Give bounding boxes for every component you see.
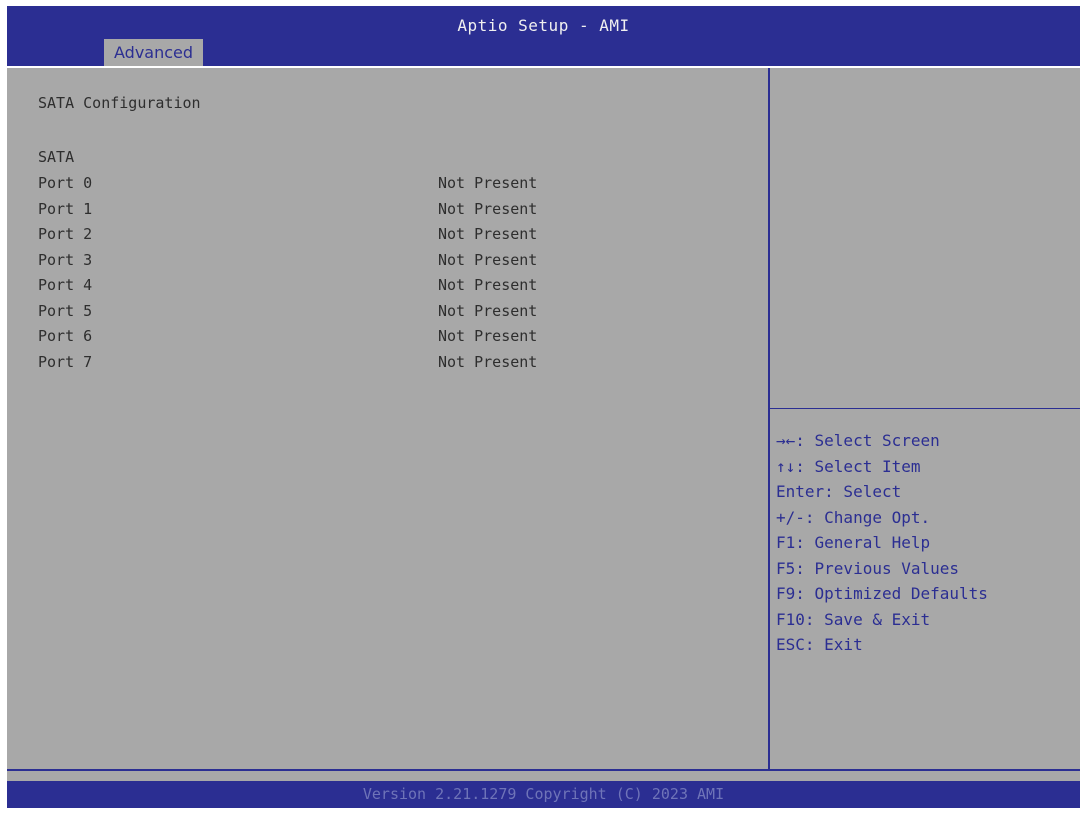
port-0-label: Port 0 bbox=[38, 174, 93, 192]
port-6-status: Not Present bbox=[438, 327, 538, 345]
header-bar: Aptio Setup - AMI Advanced bbox=[7, 6, 1080, 66]
port-7-status: Not Present bbox=[438, 352, 538, 371]
key-help-exit: ESC: Exit bbox=[776, 635, 863, 654]
bios-screen: Aptio Setup - AMI Advanced SATA Configur… bbox=[7, 6, 1080, 808]
sata-group-label: SATA bbox=[38, 148, 75, 166]
port-3-status: Not Present bbox=[438, 250, 538, 269]
key-help-change-opt: +/-: Change Opt. bbox=[776, 507, 931, 527]
section-title: SATA Configuration bbox=[38, 94, 201, 112]
port-3-label: Port 3 bbox=[38, 250, 93, 269]
key-help-select-screen: →←: Select Screen bbox=[776, 431, 940, 450]
tab-advanced[interactable]: Advanced bbox=[104, 39, 204, 66]
port-5-label: Port 5 bbox=[38, 301, 93, 320]
port-4-label: Port 4 bbox=[38, 276, 93, 294]
port-4-status: Not Present bbox=[438, 276, 538, 294]
key-help-general-help: F1: General Help bbox=[776, 533, 931, 552]
port-7-label: Port 7 bbox=[38, 352, 93, 371]
key-help-select-item: ↑↓: Select Item bbox=[776, 456, 921, 476]
key-help-enter: Enter: Select bbox=[776, 482, 902, 501]
main-area: SATA Configuration SATA Port 0 Not Prese… bbox=[7, 66, 1080, 771]
port-6-label: Port 6 bbox=[38, 327, 93, 345]
version-footer: Version 2.21.1279 Copyright (C) 2023 AMI bbox=[7, 781, 1080, 808]
key-help-save-exit: F10: Save & Exit bbox=[776, 609, 931, 629]
port-2-label: Port 2 bbox=[38, 225, 93, 243]
app-title: Aptio Setup - AMI bbox=[457, 16, 630, 35]
settings-pane: SATA Configuration SATA Port 0 Not Prese… bbox=[7, 68, 770, 769]
key-help-optimized-defaults: F9: Optimized Defaults bbox=[776, 584, 988, 603]
port-0-status: Not Present bbox=[438, 174, 538, 192]
key-help-list: →←: Select Screen ↑↓: Select Item Enter:… bbox=[776, 428, 988, 658]
key-help-previous-values: F5: Previous Values bbox=[776, 558, 960, 578]
port-1-label: Port 1 bbox=[38, 199, 93, 218]
help-divider bbox=[770, 408, 1080, 409]
port-5-status: Not Present bbox=[438, 301, 538, 320]
bottom-divider bbox=[7, 769, 1080, 771]
port-1-status: Not Present bbox=[438, 199, 538, 218]
help-pane: →←: Select Screen ↑↓: Select Item Enter:… bbox=[770, 68, 1080, 769]
port-2-status: Not Present bbox=[438, 225, 538, 243]
